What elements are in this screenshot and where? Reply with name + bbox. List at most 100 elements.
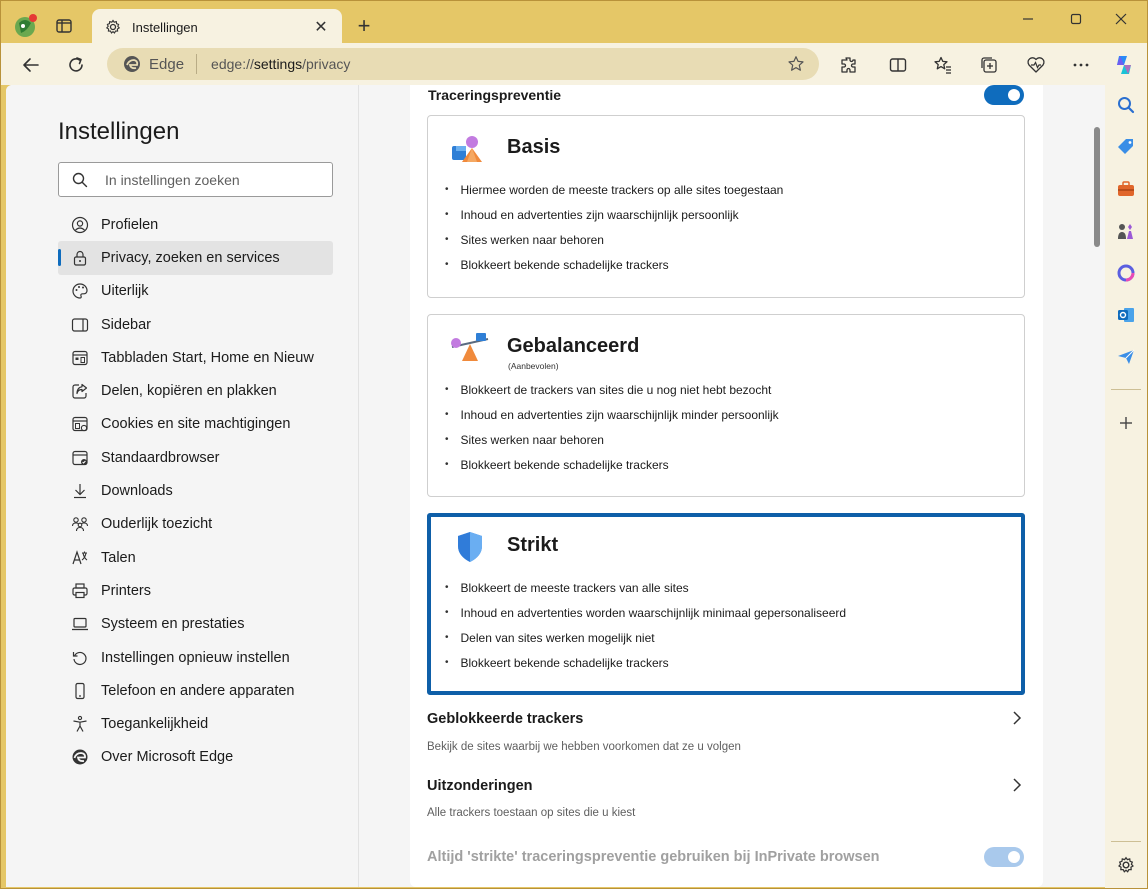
extensions-icon[interactable] (835, 52, 861, 78)
option-strikt[interactable]: Strikt Blokkeert de meeste trackers van … (427, 513, 1025, 695)
phone-icon (70, 681, 90, 701)
sidebar-item-delen[interactable]: Delen, kopiëren en plakken (58, 374, 333, 407)
address-separator (196, 54, 198, 74)
reset-icon (70, 648, 90, 668)
sidebar-item-standaardbrowser[interactable]: Standaardbrowser (58, 441, 333, 474)
scrollbar-thumb[interactable] (1094, 127, 1100, 247)
bullet-item: Blokkeert bekende schadelijke trackers (445, 452, 779, 477)
option-title: Basis (507, 136, 561, 158)
copilot-icon[interactable] (1111, 52, 1137, 78)
tools-icon[interactable] (1114, 177, 1138, 201)
sidebar-item-printers[interactable]: Printers (58, 574, 333, 607)
basis-illustration-icon (448, 132, 492, 166)
settings-nav-list: Profielen Privacy, zoeken en services Ui… (58, 208, 333, 774)
url-prefix: edge:// (211, 56, 254, 72)
sidebar-item-profielen[interactable]: Profielen (58, 208, 333, 241)
sidebar-item-privacy[interactable]: Privacy, zoeken en services (58, 241, 333, 275)
sidebar-item-over-edge[interactable]: Over Microsoft Edge (58, 741, 333, 774)
option-title: Strikt (507, 534, 559, 556)
scrollbar[interactable] (1091, 85, 1104, 887)
add-icon[interactable] (1114, 411, 1138, 435)
sidebar-item-ouderlijk-toezicht[interactable]: Ouderlijk toezicht (58, 508, 333, 541)
games-icon[interactable] (1114, 219, 1138, 243)
edge-icon (70, 747, 90, 767)
profile-avatar-icon[interactable] (13, 13, 39, 39)
accessibility-icon (70, 714, 90, 734)
favorites-icon[interactable] (930, 52, 956, 78)
browser-window: Instellingen ✕ + Edge edge://settings/pr… (0, 0, 1148, 889)
option-bullets: Blokkeert de trackers van sites die u no… (445, 377, 779, 477)
sidebar-item-label: Instellingen opnieuw instellen (101, 649, 290, 666)
bullet-item: Blokkeert de meeste trackers van alle si… (445, 575, 846, 600)
sidebar-item-tabbladen[interactable]: Tabbladen Start, Home en Nieuw (58, 341, 333, 374)
download-icon (70, 481, 90, 501)
blocked-trackers-row[interactable]: Geblokkeerde trackers Bekijk de sites wa… (427, 705, 1025, 767)
option-title: Gebalanceerd (507, 335, 640, 357)
settings-search[interactable] (58, 162, 333, 197)
sidebar-icon (70, 315, 90, 335)
browser-essentials-icon[interactable] (1023, 52, 1049, 78)
url-suffix: /privacy (302, 56, 351, 72)
blocked-trackers-title: Geblokkeerde trackers (427, 711, 584, 727)
sidebar-item-uiterlijk[interactable]: Uiterlijk (58, 275, 333, 308)
bullet-item: Sites werken naar behoren (445, 427, 779, 452)
settings-page: Instellingen Profielen Privacy, zoeken e… (6, 85, 1105, 887)
inprivate-toggle[interactable] (984, 847, 1024, 867)
gear-icon (104, 18, 122, 36)
close-window-icon[interactable] (1106, 7, 1136, 31)
tracking-prevention-toggle[interactable] (984, 85, 1024, 105)
title-bar: Instellingen ✕ + (1, 1, 1147, 45)
option-gebalanceerd[interactable]: Gebalanceerd (Aanbevolen) Blokkeert de t… (427, 314, 1025, 497)
minimize-icon[interactable] (1013, 7, 1043, 31)
collections-icon[interactable] (976, 52, 1002, 78)
sidebar-item-telefoon[interactable]: Telefoon en andere apparaten (58, 674, 333, 707)
blocked-trackers-desc: Bekijk de sites waarbij we hebben voorko… (427, 741, 741, 753)
maximize-icon[interactable] (1061, 7, 1091, 31)
close-tab-icon[interactable]: ✕ (312, 18, 330, 36)
search-icon[interactable] (1114, 93, 1138, 117)
tab-settings[interactable]: Instellingen ✕ (92, 9, 342, 45)
printer-icon (70, 581, 90, 601)
sidebar-item-systeem[interactable]: Systeem en prestaties (58, 608, 333, 641)
more-options-icon[interactable] (1068, 52, 1094, 78)
chevron-right-icon (1009, 776, 1025, 794)
sidebar-item-talen[interactable]: Talen (58, 541, 333, 574)
sidebar-item-label: Privacy, zoeken en services (101, 249, 280, 266)
sidebar-item-label: Printers (101, 582, 151, 599)
search-input[interactable] (105, 171, 305, 188)
bullet-item: Sites werken naar behoren (445, 227, 783, 252)
browser-icon (70, 448, 90, 468)
back-arrow-icon[interactable] (18, 52, 44, 78)
option-basis[interactable]: Basis Hiermee worden de meeste trackers … (427, 115, 1025, 298)
sidebar-item-opnieuw-instellen[interactable]: Instellingen opnieuw instellen (58, 641, 333, 674)
edge-sidebar-rail (1105, 85, 1147, 888)
sidebar-item-toegankelijkheid[interactable]: Toegankelijkheid (58, 707, 333, 740)
address-bar[interactable]: Edge edge://settings/privacy (107, 48, 819, 80)
bullet-item: Inhoud en advertenties worden waarschijn… (445, 600, 847, 625)
inprivate-row: Altijd 'strikte' traceringspreventie geb… (427, 843, 1025, 871)
tabs-icon (70, 348, 90, 368)
settings-title: Instellingen (58, 118, 180, 145)
outlook-icon[interactable] (1114, 303, 1138, 327)
shopping-tag-icon[interactable] (1114, 135, 1138, 159)
bullet-item: Blokkeert bekende schadelijke trackers (445, 650, 846, 675)
tab-actions-icon[interactable] (53, 15, 75, 37)
refresh-icon[interactable] (63, 52, 89, 78)
bullet-item: Delen van sites werken mogelijk niet (445, 625, 846, 650)
favorite-star-icon[interactable] (785, 53, 807, 75)
edge-logo-icon (123, 55, 141, 73)
exceptions-row[interactable]: Uitzonderingen Alle trackers toestaan op… (427, 772, 1025, 834)
split-screen-icon[interactable] (885, 52, 911, 78)
send-icon[interactable] (1114, 345, 1138, 369)
browser-toolbar: Edge edge://settings/privacy (1, 43, 1147, 85)
new-tab-button[interactable]: + (353, 15, 375, 37)
option-bullets: Hiermee worden de meeste trackers op all… (445, 177, 784, 277)
chevron-right-icon (1009, 709, 1025, 727)
url-text[interactable]: edge://settings/privacy (211, 56, 785, 72)
sidebar-item-sidebar[interactable]: Sidebar (58, 308, 333, 341)
sidebar-item-cookies[interactable]: Cookies en site machtigingen (58, 408, 333, 441)
sidebar-item-downloads[interactable]: Downloads (58, 474, 333, 507)
microsoft365-icon[interactable] (1114, 261, 1138, 285)
gear-icon[interactable] (1114, 853, 1138, 877)
tracking-prevention-title: Traceringspreventie (428, 87, 562, 103)
